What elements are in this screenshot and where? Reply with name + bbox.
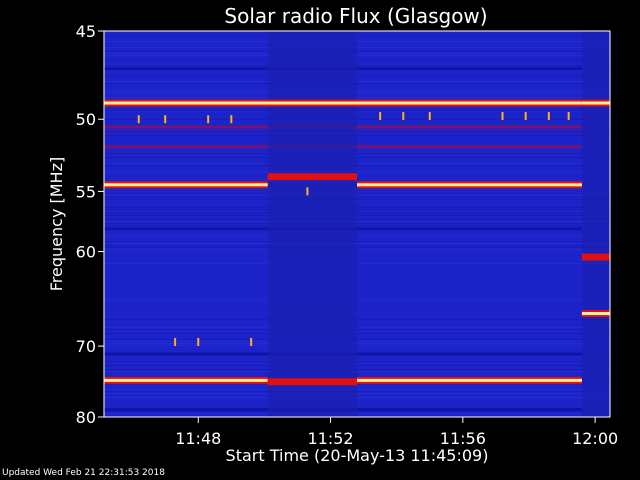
interference-line: [357, 183, 582, 187]
interference-line: [267, 380, 357, 384]
interference-line: [581, 101, 610, 105]
burst-mark: [501, 112, 504, 121]
burst-mark: [567, 112, 570, 121]
burst-mark: [174, 338, 177, 347]
interference-line: [104, 101, 582, 105]
data-gap-band: [581, 31, 610, 417]
x-tick-label: 12:00: [572, 429, 618, 448]
x-tick-label: 11:48: [175, 429, 221, 448]
y-tick-label: 60: [76, 243, 96, 262]
burst-mark: [524, 112, 527, 121]
burst-mark: [428, 112, 431, 121]
interference-line: [104, 183, 268, 187]
data-gap-band: [267, 31, 357, 417]
y-tick-label: 80: [76, 408, 96, 427]
interference-line: [581, 312, 610, 316]
y-tick-label: 70: [76, 337, 96, 356]
y-axis: 45 50 55 60 70 80: [76, 22, 104, 427]
burst-mark: [547, 112, 550, 121]
y-tick-label: 50: [76, 110, 96, 129]
spectrogram-chart: Solar radio Flux (Glasgow) 455055607080 …: [47, 4, 618, 465]
burst-mark: [137, 115, 140, 124]
burst-mark: [402, 112, 405, 121]
updated-timestamp: Updated Wed Feb 21 22:31:53 2018: [2, 468, 165, 478]
y-tick-label: 55: [76, 182, 96, 201]
interference-line: [357, 378, 582, 382]
interference-line: [104, 378, 268, 382]
burst-mark: [250, 338, 253, 347]
y-tick-label: 45: [76, 22, 96, 41]
x-axis-label: Start Time (20-May-13 11:45:09): [226, 446, 489, 465]
interference-line: [267, 175, 357, 179]
burst-mark: [164, 115, 167, 124]
interference-line: [581, 255, 610, 259]
chart-title: Solar radio Flux (Glasgow): [224, 4, 487, 28]
burst-mark: [230, 115, 233, 124]
y-axis-label: Frequency [MHz]: [47, 157, 66, 291]
spectrogram-plot-area: [103, 30, 611, 418]
burst-mark: [197, 338, 200, 347]
x-axis: 11:48 11:52 11:56 12:00: [175, 417, 618, 448]
burst-mark: [306, 187, 309, 196]
burst-mark: [207, 115, 210, 124]
burst-mark: [379, 112, 382, 121]
